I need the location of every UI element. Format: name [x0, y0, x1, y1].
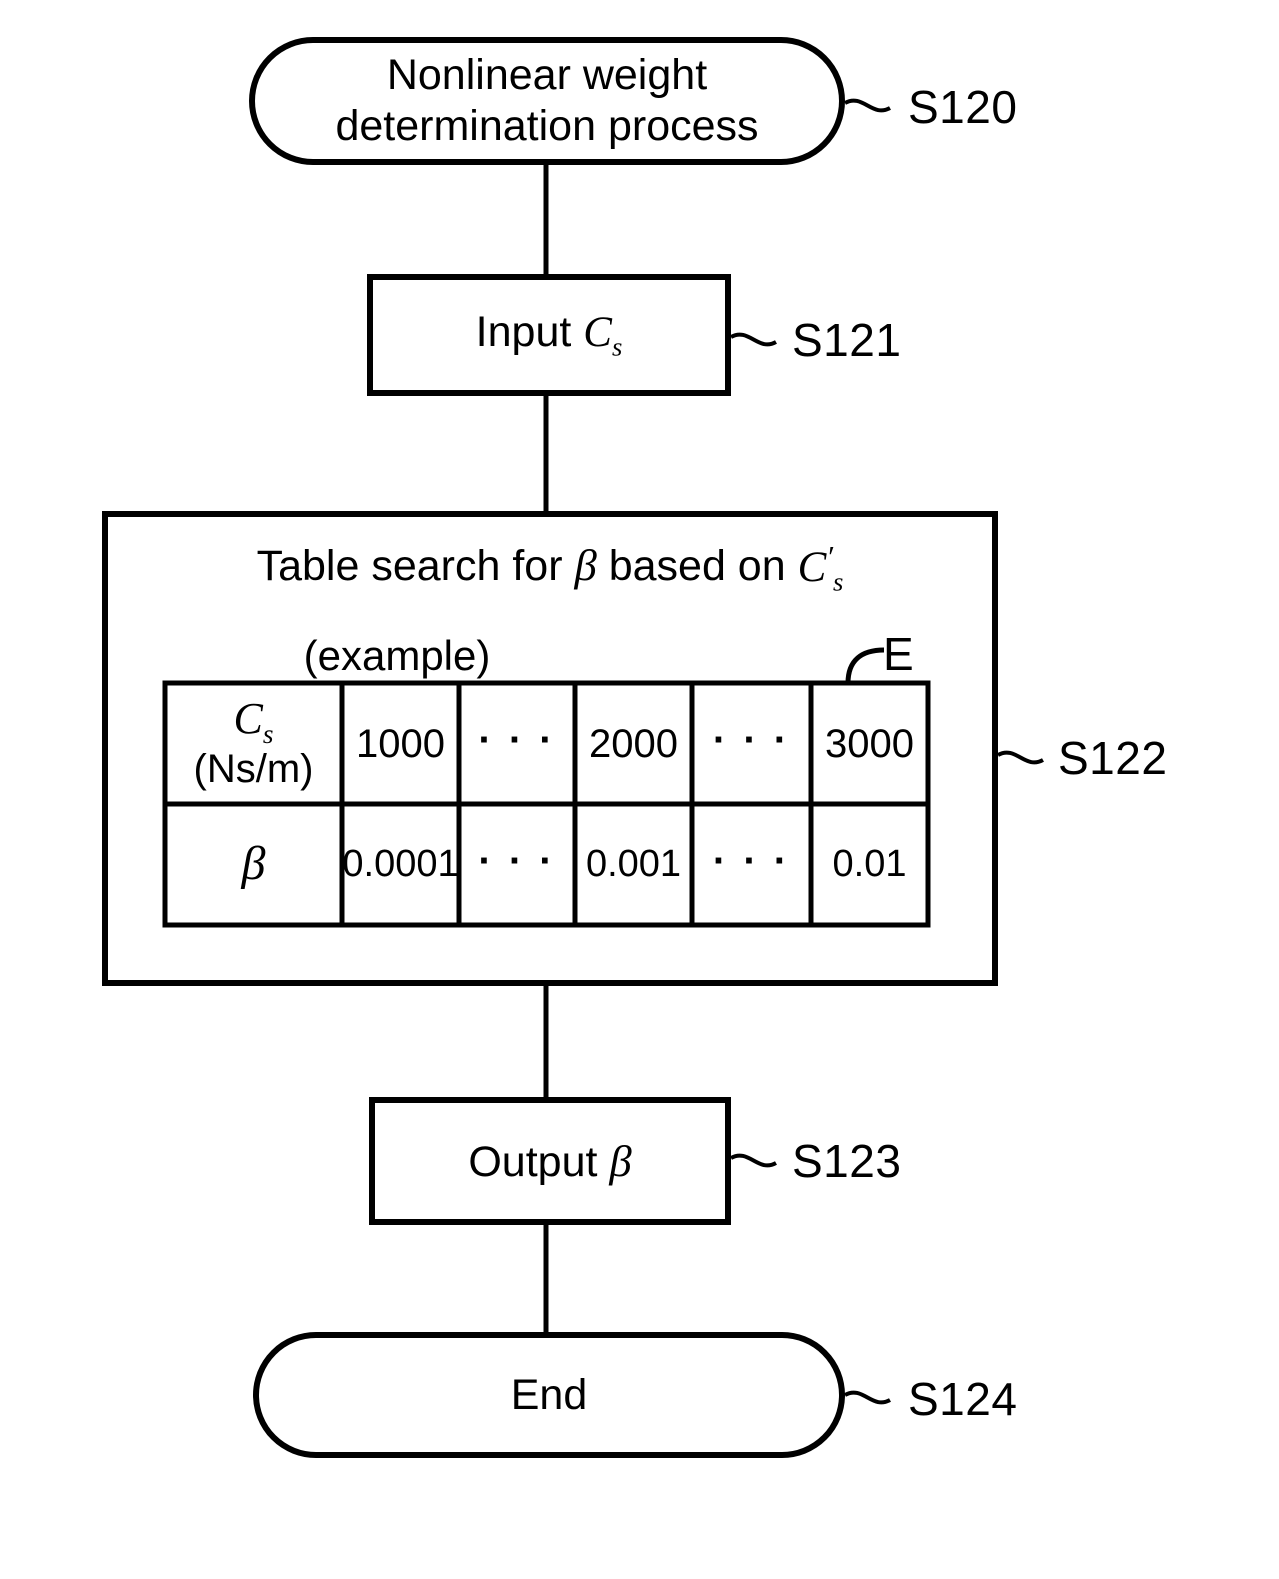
step-label-s122: S122 [1058, 732, 1168, 784]
table-row: 0.01 [832, 842, 907, 885]
table-ref-label-e: E [883, 628, 914, 680]
table-search-heading-variable: C′s [797, 538, 844, 597]
leader-line-s123 [730, 1153, 777, 1168]
table-row: · · · [478, 717, 556, 762]
end-terminator-label: End [510, 1370, 588, 1419]
beta-symbol-output: β [609, 1135, 632, 1186]
table-row: · · · [712, 717, 791, 762]
table-row-header-unit: (Ns/m) [193, 747, 314, 792]
start-terminator-label: Nonlinear weight determination process [335, 51, 759, 150]
step-label-s124: S124 [908, 1373, 1018, 1425]
step-label-s121: S121 [792, 314, 902, 366]
input-box-label: Input Cs [380, 280, 718, 390]
table-row: 3000 [825, 721, 914, 766]
table-search-heading: Table search for β based on C′s [125, 536, 975, 600]
figure-canvas: Nonlinear weight determination process S… [0, 0, 1279, 1579]
input-box-variable: Cs [583, 308, 623, 362]
step-label-s120: S120 [908, 81, 1018, 133]
leader-line-s124 [844, 1390, 891, 1405]
output-box-label: Output β [382, 1104, 718, 1218]
example-note: (example) [303, 632, 491, 680]
table-row: · · · [478, 838, 556, 883]
beta-symbol-heading: β [574, 540, 597, 591]
table-row-header-cs: Cs (Ns/m) [193, 693, 314, 792]
table-search-heading-prefix: Table search for [256, 542, 575, 591]
table-row: · · · [712, 838, 791, 883]
input-box-label-prefix: Input [475, 307, 584, 356]
table-row: 1000 [356, 721, 445, 766]
leader-line-s121 [730, 332, 777, 347]
table-row: 2000 [589, 721, 678, 766]
step-label-s123: S123 [792, 1135, 902, 1187]
table-search-heading-mid: based on [596, 542, 798, 591]
output-box-label-prefix: Output [468, 1137, 610, 1186]
table-row: 0.001 [585, 842, 682, 885]
table-row-header-beta: β [241, 837, 266, 891]
table-row: 0.0001 [342, 842, 459, 885]
leader-line-s122 [997, 750, 1044, 765]
leader-line-s120 [844, 98, 891, 113]
